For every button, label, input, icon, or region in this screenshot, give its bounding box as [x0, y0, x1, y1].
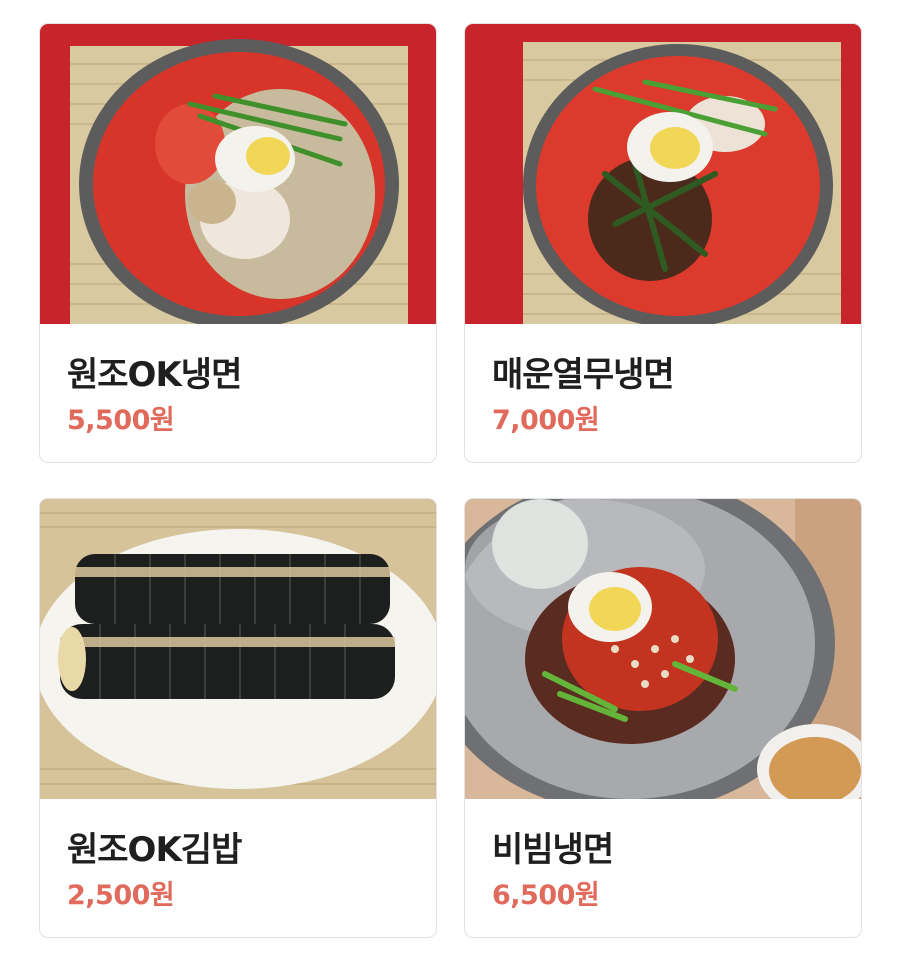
menu-item-price: 7,000원 — [492, 405, 600, 436]
menu-card-bibim-naengmyeon[interactable]: 비빔냉면 6,500원 — [464, 498, 862, 938]
menu-item-name: 매운열무냉면 — [492, 355, 675, 395]
mul-naengmyeon-photo — [40, 24, 436, 324]
menu-item-name: 비빔냉면 — [492, 830, 614, 870]
menu-item-price: 6,500원 — [492, 880, 600, 911]
menu-card-spicy-yeolmu-naengmyeon[interactable]: 매운열무냉면 7,000원 — [464, 23, 862, 463]
bibim-naengmyeon-photo — [465, 499, 861, 799]
menu-card-won-jo-ok-gimbap[interactable]: 원조OK김밥 2,500원 — [39, 498, 437, 938]
menu-item-name: 원조OK냉면 — [67, 355, 242, 395]
gimbap-photo — [40, 499, 436, 799]
menu-card-won-jo-ok-naengmyeon[interactable]: 원조OK냉면 5,500원 — [39, 23, 437, 463]
spicy-yeolmu-naengmyeon-photo — [465, 24, 861, 324]
menu-item-price: 5,500원 — [67, 405, 175, 436]
menu-item-price: 2,500원 — [67, 880, 175, 911]
menu-item-name: 원조OK김밥 — [67, 830, 242, 870]
